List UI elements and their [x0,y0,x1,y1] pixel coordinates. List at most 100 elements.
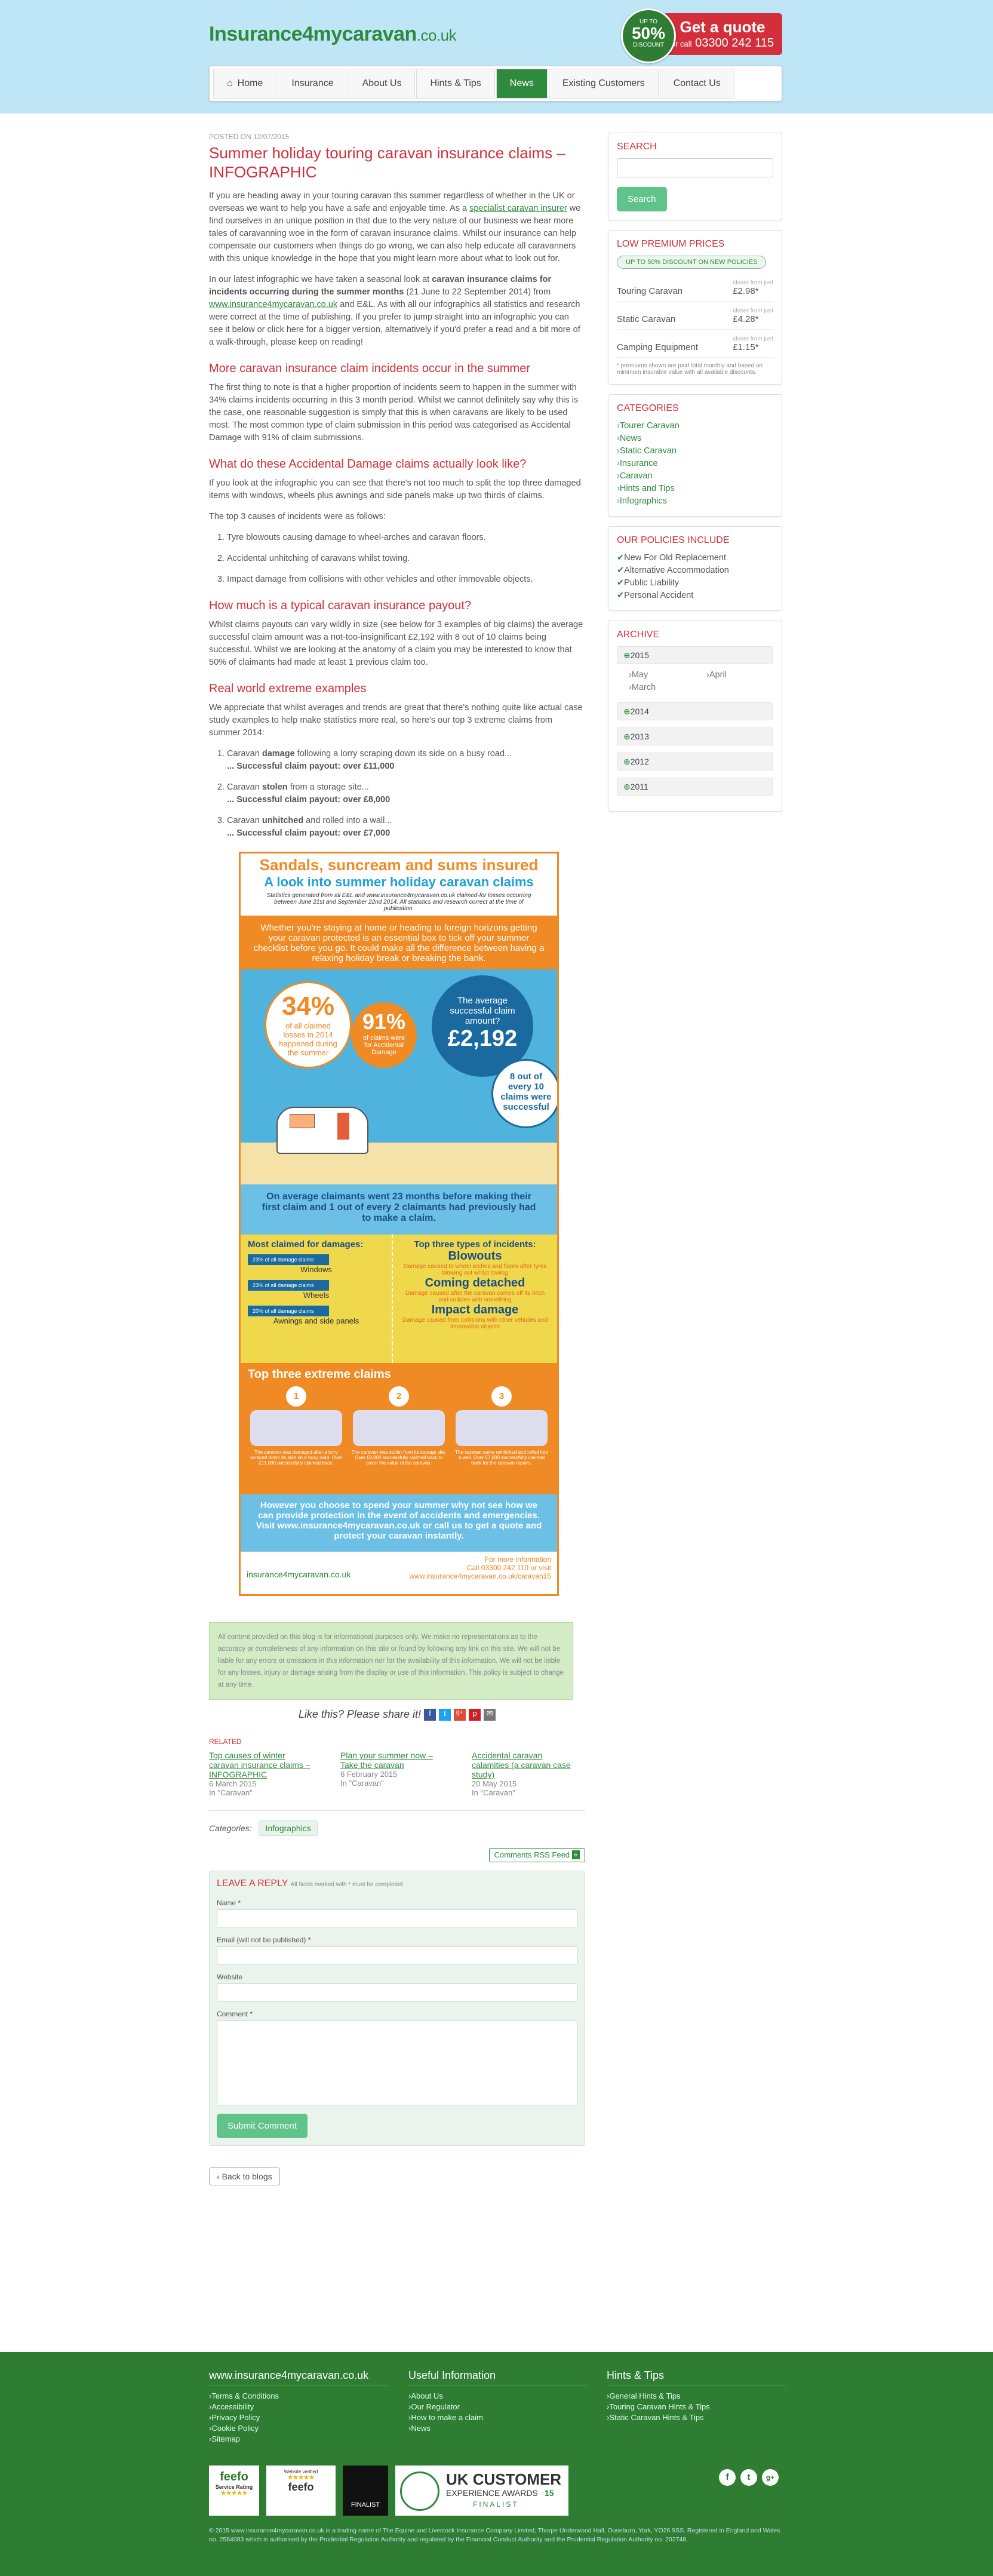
quote-title: Get a quote [680,18,765,36]
policy-item: New For Old Replacement [617,552,773,564]
footer-link[interactable]: Terms & Conditions [209,2391,388,2402]
infographic-stats-panel: 34% of all claimed losses in 2014 happen… [241,969,557,1184]
googleplus-share-icon[interactable]: g+ [454,1709,466,1721]
footer-link[interactable]: General Hints & Tips [607,2391,786,2402]
email-label: Email (will not be published) * [217,1936,311,1945]
share-bar: Like this? Please share it! f t g+ p ✉ [209,1708,585,1721]
price-row[interactable]: Touring Caravan closer from just £2.98* [617,277,773,302]
category-link[interactable]: Static Caravan [617,445,773,458]
policies-title: OUR POLICIES INCLUDE [617,535,730,545]
search-widget: SEARCH Search [608,133,782,220]
footer-social: f t g+ [719,2469,779,2486]
category-link[interactable]: Hints and Tips [617,483,773,495]
email-share-icon[interactable]: ✉ [484,1709,496,1721]
website-input[interactable] [217,1984,577,2002]
site-header: Insurance4mycaravan.co.uk Get a quote or… [0,0,993,113]
nav-about-us[interactable]: About Us [348,69,416,99]
footer-link[interactable]: Privacy Policy [209,2412,388,2423]
category-link[interactable]: Insurance [617,458,773,470]
related-post: Plan your summer now – Take the caravan 6… [340,1751,433,1788]
archive-year[interactable]: 2012 [617,753,773,770]
footer-col-title: www.insurance4mycaravan.co.uk [209,2370,388,2386]
infographic-image[interactable]: Sandals, suncream and sums insured A loo… [239,852,559,1596]
comment-textarea[interactable] [217,2021,577,2106]
twitter-share-icon[interactable]: t [439,1709,451,1721]
archive-widget: ARCHIVE 2015 MayMarch April 2014 2013 20… [608,621,782,812]
related-post-link[interactable]: Plan your summer now – Take the caravan [340,1751,433,1770]
email-input[interactable] [217,1946,577,1965]
archive-month-link[interactable]: April [706,669,727,681]
related-post: Top causes of winter caravan insurance c… [209,1751,310,1798]
submit-comment-button[interactable]: Submit Comment [217,2114,308,2139]
related-post-link[interactable]: Accidental caravan calamities (a caravan… [472,1751,571,1779]
archive-year[interactable]: 2011 [617,778,773,796]
price-row[interactable]: Static Caravan closer from just £4.28* [617,305,773,330]
infographic-damages-panel: Most claimed for damages: 23% of all dam… [241,1235,557,1363]
googleplus-icon[interactable]: g+ [762,2469,779,2486]
price-note: * premiums shown are paid total monthly … [617,363,763,376]
list-item: Caravan stolen from a storage site......… [227,781,585,806]
archive-year[interactable]: 2014 [617,702,773,720]
policies-widget: OUR POLICIES INCLUDE New For Old Replace… [608,526,782,611]
category-link[interactable]: Infographics [617,495,773,508]
related-title: RELATED [209,1737,242,1746]
nav-home[interactable]: ⌂ Home [213,69,277,99]
category-link[interactable]: Tourer Caravan [617,420,773,432]
search-input[interactable] [617,158,773,177]
footer-link[interactable]: News [408,2423,588,2434]
name-label: Name * [217,1899,241,1908]
price-row[interactable]: Camping Equipment closer from just £1.15* [617,333,773,358]
search-button[interactable]: Search [617,187,667,211]
footer-link[interactable]: Our Regulator [408,2402,588,2412]
premium-widget: LOW PREMIUM PRICES UP TO 50% DISCOUNT ON… [608,230,782,385]
reply-note: All fields marked with * must be complet… [290,1881,403,1889]
pinterest-share-icon[interactable]: p [469,1709,481,1721]
archive-year-2015[interactable]: 2015 [617,646,773,664]
nav-existing-customers[interactable]: Existing Customers [548,69,659,99]
paragraph: The top 3 causes of incidents were as fo… [209,512,386,521]
comments-rss-link[interactable]: Comments RSS Feed ⌖ [488,1848,585,1863]
section-heading: What do these Accidental Damage claims a… [209,458,527,471]
facebook-share-icon[interactable]: f [424,1709,436,1721]
infographic-title: Sandals, suncream and sums insured [259,856,539,874]
discount-chip[interactable]: UP TO 50% DISCOUNT ON NEW POLICIES [617,256,767,269]
home-icon: ⌂ [227,78,233,88]
uk-cx-awards-badge: UK CUSTOMER EXPERIENCE AWARDS 15 FINALIS… [395,2466,568,2516]
specialist-insurer-link[interactable]: specialist caravan insurer [469,204,567,213]
category-link[interactable]: News [617,432,773,445]
footer-link[interactable]: Touring Caravan Hints & Tips [607,2402,786,2412]
category-link[interactable]: Caravan [617,470,773,483]
related-post-link[interactable]: Top causes of winter caravan insurance c… [209,1751,310,1779]
list-item: Impact damage from collisions with other… [227,573,585,586]
infographic-intro: Whether you're staying at home or headin… [241,916,557,969]
back-to-blogs-button[interactable]: ‹ Back to blogs [209,2167,280,2186]
facebook-icon[interactable]: f [719,2469,736,2486]
get-quote-button[interactable]: Get a quote or call 03300 242 115 UP TO … [621,8,785,63]
name-input[interactable] [217,1909,577,1928]
archive-year[interactable]: 2013 [617,727,773,745]
footer-link[interactable]: Static Caravan Hints & Tips [607,2412,786,2423]
archive-title: ARCHIVE [617,630,660,640]
footer-link[interactable]: Cookie Policy [209,2423,388,2434]
quote-box[interactable]: Get a quote or call 03300 242 115 [663,13,782,55]
nav-news[interactable]: News [496,69,548,99]
infographic-footer: For more information Call 03300 242 110 … [247,1555,551,1580]
section-heading: More caravan insurance claim incidents o… [209,362,530,375]
footer-link[interactable]: Accessibility [209,2402,388,2412]
archive-month-link[interactable]: May [629,669,706,681]
archive-month-link[interactable]: March [629,681,706,694]
causes-list: Tyre blowouts causing damage to wheel-ar… [209,532,585,586]
nav-contact-us[interactable]: Contact Us [659,69,734,99]
nav-insurance[interactable]: Insurance [278,69,348,99]
footer-link[interactable]: About Us [408,2391,588,2402]
feefo-badge[interactable]: feefo Service Rating ★★★★★ [209,2466,259,2516]
site-logo[interactable]: Insurance4mycaravan.co.uk [209,23,457,46]
nav-hints-tips[interactable]: Hints & Tips [416,69,495,99]
site-link[interactable]: www.insurance4mycaravan.co.uk [209,300,337,309]
category-tag[interactable]: Infographics [259,1820,318,1837]
infographic-closing: However you choose to spend your summer … [241,1494,557,1552]
twitter-icon[interactable]: t [740,2469,757,2486]
feefo-verified-badge[interactable]: Website verified ★★★★★ feefo [266,2466,336,2516]
footer-link[interactable]: Sitemap [209,2434,388,2445]
footer-link[interactable]: How to make a claim [408,2412,588,2423]
